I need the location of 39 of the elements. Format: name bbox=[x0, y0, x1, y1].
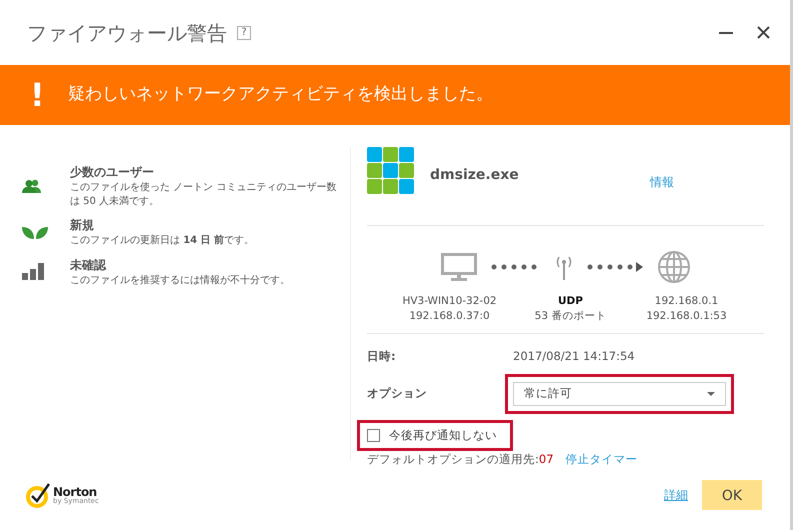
details-link[interactable]: 詳細 bbox=[664, 486, 688, 504]
signal-bars-icon bbox=[22, 262, 44, 280]
destination-address: 192.168.0.1:53 bbox=[645, 308, 728, 324]
file-icon bbox=[367, 147, 415, 195]
protocol-name: UDP bbox=[557, 294, 584, 309]
window-title: ファイアウォール警告 bbox=[27, 20, 227, 46]
warning-icon: ! bbox=[30, 71, 50, 119]
reputation-description: このファイルを使った ノートン コミュニティのユーザー数は 50 人未満です。 bbox=[70, 181, 338, 208]
reputation-title: 少数のユーザー bbox=[70, 164, 155, 181]
minimize-icon[interactable] bbox=[719, 32, 733, 34]
dotted-arrow bbox=[586, 262, 642, 272]
option-dropdown[interactable]: 常に許可 bbox=[513, 382, 726, 406]
globe-icon bbox=[656, 250, 690, 284]
alert-message: 疑わしいネットワークアクティビティを検出しました。 bbox=[68, 83, 493, 106]
stop-timer-link[interactable]: 停止タイマー bbox=[566, 450, 638, 468]
port-number: 53 番のポート bbox=[534, 308, 608, 324]
destination-name: 192.168.0.1 bbox=[654, 294, 720, 309]
brand-name: Norton bbox=[53, 486, 97, 498]
computer-icon bbox=[440, 253, 476, 281]
reputation-description: このファイルを推奨するには情報が不十分です。 bbox=[70, 274, 291, 287]
reputation-title: 未確認 bbox=[70, 256, 108, 274]
info-link[interactable]: 情報 bbox=[650, 173, 674, 191]
time-label: 日時: bbox=[367, 348, 397, 366]
ok-button[interactable]: OK bbox=[702, 480, 762, 510]
people-icon bbox=[22, 178, 42, 192]
host-name: HV3-WIN10-32-02 bbox=[401, 294, 498, 309]
caret-icon bbox=[707, 392, 715, 396]
norton-check-icon bbox=[25, 482, 51, 508]
help-button[interactable]: ? bbox=[237, 26, 251, 40]
option-label: オプション bbox=[367, 385, 428, 402]
default-option-value: 07 bbox=[538, 452, 554, 466]
file-name: dmsize.exe bbox=[430, 166, 519, 185]
host-address: 192.168.0.37:0 bbox=[408, 308, 491, 324]
antenna-icon bbox=[554, 254, 572, 280]
reputation-description: このファイルの更新日は 14 日 前です。 bbox=[70, 234, 256, 248]
close-icon[interactable] bbox=[757, 26, 770, 39]
default-option-label: デフォルトオプションの適用先: bbox=[367, 452, 539, 466]
time-value: 2017/08/21 14:17:54 bbox=[513, 348, 635, 366]
reputation-title: 新規 bbox=[70, 217, 95, 234]
